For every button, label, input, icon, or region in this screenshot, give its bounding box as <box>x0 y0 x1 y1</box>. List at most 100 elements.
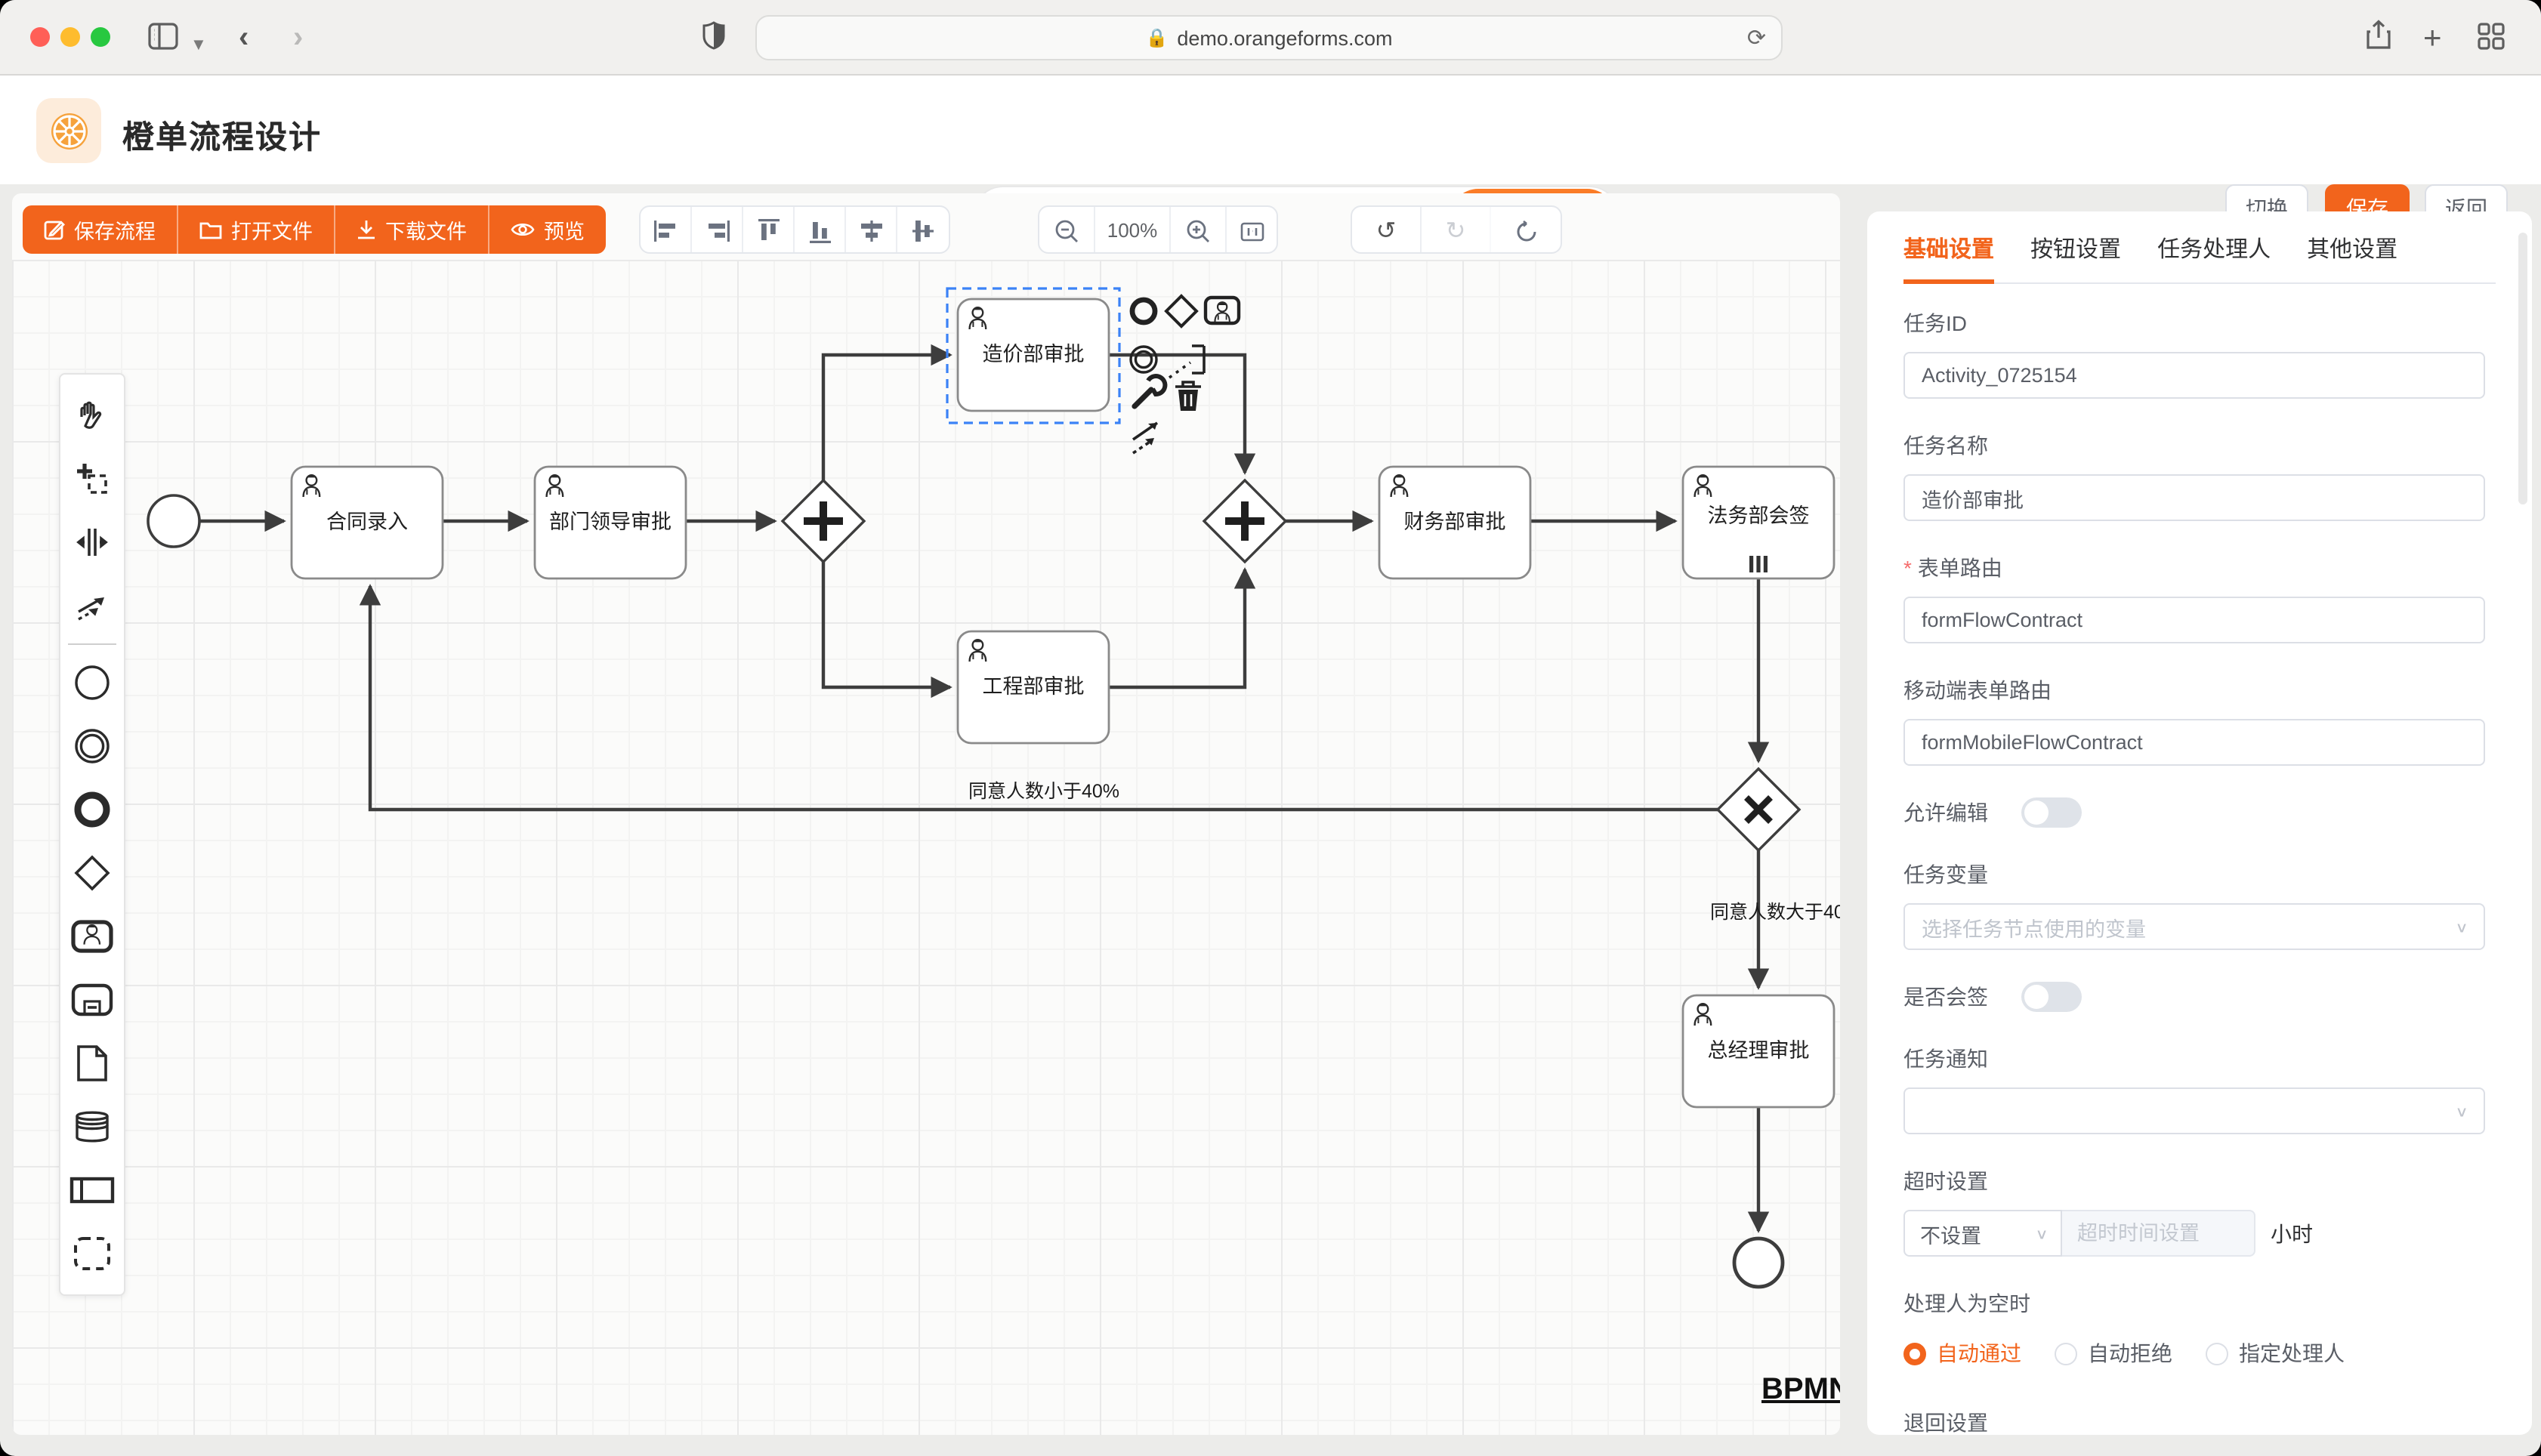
app-logo <box>36 98 101 163</box>
data-store-icon[interactable] <box>59 1095 125 1158</box>
task-variable-label: 任务变量 <box>1903 859 2496 890</box>
space-tool-icon[interactable] <box>59 511 125 574</box>
back-icon[interactable]: ‹ <box>239 20 249 56</box>
form-route-label: *表单路由 <box>1903 553 2496 583</box>
reload-icon[interactable]: ⟳ <box>1747 24 1766 51</box>
tab-other-settings[interactable]: 其他设置 <box>2307 233 2397 282</box>
bpmn-diagram: 同意人数小于40% 同意人数大于40% 合同录入 部门领导审批 <box>12 193 1840 1435</box>
radio-icon <box>1903 1342 1926 1365</box>
end-event-icon[interactable] <box>59 778 125 841</box>
app-header: 橙单流程设计 基础信息 流程变量 流程状态 流程设计 切换 保存 返回 <box>0 76 2541 184</box>
shield-icon[interactable] <box>702 21 725 60</box>
zoom-window-button[interactable] <box>91 27 110 47</box>
task-name-input[interactable] <box>1903 474 2485 521</box>
task-id-input[interactable] <box>1903 352 2485 399</box>
svg-text:法务部会签: 法务部会签 <box>1708 504 1810 527</box>
tab-basic-settings[interactable]: 基础设置 <box>1903 233 1994 282</box>
user-task-icon[interactable] <box>59 905 125 968</box>
lasso-tool-icon[interactable] <box>59 447 125 511</box>
timeout-mode-select[interactable]: 不设置∨ <box>1903 1210 2062 1257</box>
browser-window: ▼ ‹ › 🔒 demo.orangeforms.com ⟳ + 橙 <box>0 0 2541 1456</box>
subprocess-icon[interactable] <box>59 968 125 1032</box>
exclusive-gateway[interactable] <box>1718 769 1799 850</box>
svg-text:部门领导审批: 部门领导审批 <box>549 511 672 533</box>
append-gateway-icon[interactable] <box>1166 296 1196 326</box>
forward-icon[interactable]: › <box>293 20 303 56</box>
task-notify-select[interactable]: ∨ <box>1903 1087 2485 1134</box>
edge-label[interactable]: 同意人数大于40% <box>1710 902 1840 923</box>
task-gm-approval[interactable]: 总经理审批 <box>1683 995 1834 1107</box>
close-window-button[interactable] <box>30 27 50 47</box>
parallel-gateway-split[interactable] <box>783 480 864 562</box>
append-intermediate-event-icon[interactable] <box>1131 347 1156 372</box>
panel-scrollbar[interactable] <box>2518 233 2527 504</box>
tab-overview-icon[interactable] <box>2478 23 2505 60</box>
tool-palette <box>59 373 125 1296</box>
browser-chrome: ▼ ‹ › 🔒 demo.orangeforms.com ⟳ + <box>0 0 2541 76</box>
chevron-down-icon: ∨ <box>2035 1225 2049 1242</box>
timeout-label: 超时设置 <box>1903 1166 2496 1196</box>
connect-icon[interactable] <box>1133 423 1157 453</box>
assignee-empty-options: 自动通过 自动拒绝 指定处理人 <box>1903 1338 2496 1368</box>
task-legal-countersign[interactable]: 法务部会签 <box>1683 467 1834 578</box>
allow-edit-label: 允许编辑 <box>1903 797 1988 828</box>
task-contract-entry[interactable]: 合同录入 <box>292 467 443 578</box>
bpmn-canvas[interactable]: 保存流程 打开文件 下载文件 预览 <box>12 193 1840 1435</box>
append-end-event-icon[interactable] <box>1132 300 1155 322</box>
lock-icon: 🔒 <box>1145 27 1168 48</box>
mobile-form-route-input[interactable] <box>1903 719 2485 766</box>
palette-divider <box>68 643 116 645</box>
timeout-value-input[interactable] <box>2062 1210 2255 1257</box>
start-event-icon[interactable] <box>59 651 125 714</box>
orange-logo-icon <box>48 110 90 152</box>
end-event[interactable] <box>1734 1239 1783 1287</box>
form-route-input[interactable] <box>1903 597 2485 643</box>
page-title: 橙单流程设计 <box>122 113 322 159</box>
task-dept-leader[interactable]: 部门领导审批 <box>535 467 686 578</box>
task-cost-dept[interactable]: 造价部审批 <box>958 299 1109 411</box>
trash-icon[interactable] <box>1175 382 1201 411</box>
bpmn-io-watermark[interactable]: BPMN.iO <box>1761 1372 1840 1405</box>
task-engineering[interactable]: 工程部审批 <box>958 631 1109 743</box>
url-text: demo.orangeforms.com <box>1177 26 1392 49</box>
group-icon[interactable] <box>59 1222 125 1285</box>
allow-edit-toggle[interactable] <box>2021 797 2082 828</box>
minimize-window-button[interactable] <box>60 27 80 47</box>
chevron-down-icon: ∨ <box>2455 918 2468 935</box>
annotation-icon[interactable] <box>1169 346 1204 378</box>
task-id-label: 任务ID <box>1903 308 2496 338</box>
data-object-icon[interactable] <box>59 1032 125 1095</box>
panel-tabs: 基础设置 按钮设置 任务处理人 其他设置 <box>1903 233 2496 284</box>
sidebar-icon[interactable] <box>148 23 178 60</box>
participant-icon[interactable] <box>59 1158 125 1222</box>
start-event[interactable] <box>148 495 199 547</box>
hand-tool-icon[interactable] <box>59 384 125 447</box>
task-finance[interactable]: 财务部审批 <box>1379 467 1530 578</box>
wrench-icon[interactable] <box>1135 376 1165 406</box>
tab-button-settings[interactable]: 按钮设置 <box>2030 233 2121 282</box>
url-bar[interactable]: 🔒 demo.orangeforms.com ⟳ <box>755 15 1783 60</box>
task-variable-select[interactable]: 选择任务节点使用的变量∨ <box>1903 903 2485 950</box>
radio-auto-reject[interactable]: 自动拒绝 <box>2055 1338 2172 1368</box>
reject-setting-label: 退回设置 <box>1903 1408 2496 1438</box>
radio-icon <box>2055 1342 2077 1365</box>
share-icon[interactable] <box>2366 20 2391 60</box>
tab-task-assignee[interactable]: 任务处理人 <box>2157 233 2271 282</box>
edge-label[interactable]: 同意人数小于40% <box>968 781 1119 802</box>
global-connect-icon[interactable] <box>59 574 125 637</box>
properties-panel: 基础设置 按钮设置 任务处理人 其他设置 任务ID 任务名称 *表单路由 移动端… <box>1867 211 2532 1435</box>
radio-icon <box>2206 1342 2228 1365</box>
svg-text:合同录入: 合同录入 <box>326 511 408 533</box>
radio-auto-approve[interactable]: 自动通过 <box>1903 1338 2021 1368</box>
append-user-task-icon[interactable] <box>1206 298 1239 323</box>
intermediate-event-icon[interactable] <box>59 714 125 778</box>
countersign-toggle[interactable] <box>2021 982 2082 1012</box>
radio-assign-handler[interactable]: 指定处理人 <box>2206 1338 2345 1368</box>
new-tab-icon[interactable]: + <box>2423 21 2442 57</box>
countersign-label: 是否会签 <box>1903 982 1988 1012</box>
parallel-gateway-join[interactable] <box>1204 480 1286 562</box>
gateway-icon[interactable] <box>59 841 125 905</box>
task-notify-label: 任务通知 <box>1903 1044 2496 1074</box>
multi-instance-marker <box>1749 556 1768 572</box>
chevron-down-icon[interactable]: ▼ <box>190 27 207 63</box>
